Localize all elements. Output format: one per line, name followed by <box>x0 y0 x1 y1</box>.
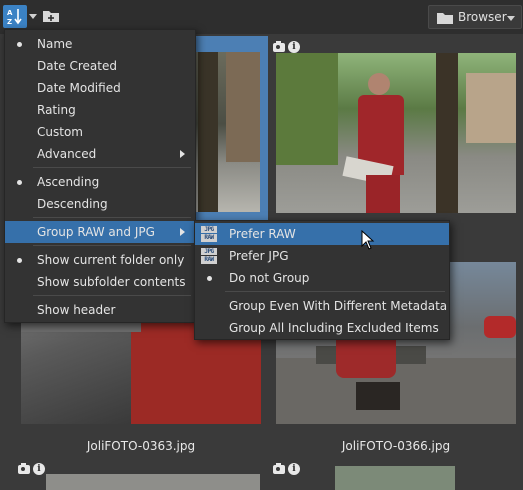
menu-item-ascending[interactable]: Ascending <box>5 171 195 193</box>
menu-item-name[interactable]: Name <box>5 33 195 55</box>
menu-item-label: Prefer JPG <box>229 249 289 263</box>
menu-item-label: Show header <box>37 303 116 317</box>
menu-item-label: Show current folder only <box>37 253 185 267</box>
folder-icon <box>437 13 453 24</box>
menu-item-advanced[interactable]: Advanced <box>5 143 195 165</box>
menu-item-label: Group All Including Excluded Items <box>229 321 439 335</box>
menu-item-custom[interactable]: Custom <box>5 121 195 143</box>
browser-mode-label: Browser <box>458 10 507 24</box>
menu-item-label: Group RAW and JPG <box>37 225 155 239</box>
menu-separator <box>225 291 445 292</box>
menu-item-group-all-excluded[interactable]: Group All Including Excluded Items <box>195 317 449 339</box>
icon-text: JPG <box>201 248 217 255</box>
menu-separator <box>33 295 191 296</box>
info-icon[interactable]: i <box>33 463 45 475</box>
thumbnail-caption: JoliFOTO-0366.jpg <box>341 439 451 453</box>
menu-separator <box>33 245 191 246</box>
radio-checked-icon <box>207 276 212 281</box>
sort-menu: Name Date Created Date Modified Rating C… <box>4 29 196 323</box>
menu-item-rating[interactable]: Rating <box>5 99 195 121</box>
menu-item-group-different-metadata[interactable]: Group Even With Different Metadata <box>195 295 449 317</box>
menu-item-prefer-jpg[interactable]: JPG RAW Prefer JPG <box>195 245 449 267</box>
menu-item-date-created[interactable]: Date Created <box>5 55 195 77</box>
browser-mode-button[interactable]: Browser <box>428 5 522 29</box>
icon-text: RAW <box>201 234 217 242</box>
menu-separator <box>33 217 191 218</box>
menu-item-descending[interactable]: Descending <box>5 193 195 215</box>
thumbnail-image[interactable] <box>46 474 260 490</box>
menu-item-label: Descending <box>37 197 108 211</box>
svg-text:A: A <box>7 9 13 17</box>
icon-text: JPG <box>201 226 217 233</box>
app-window: A Z Browser i JoliFOTO-0363.jpg JoliFOTO… <box>0 0 523 490</box>
thumbnail-image[interactable] <box>276 53 516 213</box>
sort-button[interactable]: A Z <box>3 5 27 28</box>
camera-icon <box>273 463 285 474</box>
thumbnail-badges: i <box>18 463 46 477</box>
chevron-down-icon <box>507 16 515 21</box>
menu-item-label: Name <box>37 37 73 51</box>
menu-item-label: Show subfolder contents <box>37 275 186 289</box>
radio-checked-icon <box>17 258 22 263</box>
info-icon[interactable]: i <box>288 463 300 475</box>
new-folder-icon[interactable] <box>43 9 59 22</box>
info-icon[interactable]: i <box>288 41 300 53</box>
menu-item-label: Group Even With Different Metadata <box>229 299 448 313</box>
menu-item-show-header[interactable]: Show header <box>5 299 195 321</box>
thumbnail-caption: JoliFOTO-0363.jpg <box>86 439 196 453</box>
menu-item-group-raw-jpg[interactable]: Group RAW and JPG <box>5 221 195 243</box>
chevron-right-icon <box>180 150 185 158</box>
menu-item-show-subfolder[interactable]: Show subfolder contents <box>5 271 195 293</box>
svg-text:Z: Z <box>7 18 12 25</box>
menu-item-prefer-raw[interactable]: JPG RAW Prefer RAW <box>195 223 449 245</box>
menu-item-label: Advanced <box>37 147 97 161</box>
menu-item-show-current-folder[interactable]: Show current folder only <box>5 249 195 271</box>
sort-dropdown-caret-icon[interactable] <box>29 14 37 19</box>
menu-separator <box>33 167 191 168</box>
menu-item-label: Date Modified <box>37 81 121 95</box>
jpg-over-raw-icon: JPG RAW <box>201 248 217 264</box>
sort-az-icon: A Z <box>7 9 22 25</box>
menu-item-label: Prefer RAW <box>229 227 296 241</box>
menu-item-label: Rating <box>37 103 76 117</box>
menu-item-do-not-group[interactable]: Do not Group <box>195 267 449 289</box>
chevron-right-icon <box>180 228 185 236</box>
menu-item-label: Custom <box>37 125 83 139</box>
icon-text: RAW <box>201 256 217 264</box>
thumbnail-image[interactable] <box>335 466 455 490</box>
menu-item-label: Ascending <box>37 175 100 189</box>
menu-item-label: Date Created <box>37 59 117 73</box>
camera-icon <box>273 41 285 52</box>
mouse-cursor-icon <box>361 230 375 250</box>
menu-item-date-modified[interactable]: Date Modified <box>5 77 195 99</box>
thumbnail-badges: i <box>273 463 301 477</box>
radio-checked-icon <box>17 180 22 185</box>
menu-item-label: Do not Group <box>229 271 310 285</box>
camera-icon <box>18 463 30 474</box>
radio-checked-icon <box>17 42 22 47</box>
raw-over-jpg-icon: JPG RAW <box>201 226 217 242</box>
group-submenu: JPG RAW Prefer RAW JPG RAW Prefer JPG Do… <box>194 220 450 340</box>
